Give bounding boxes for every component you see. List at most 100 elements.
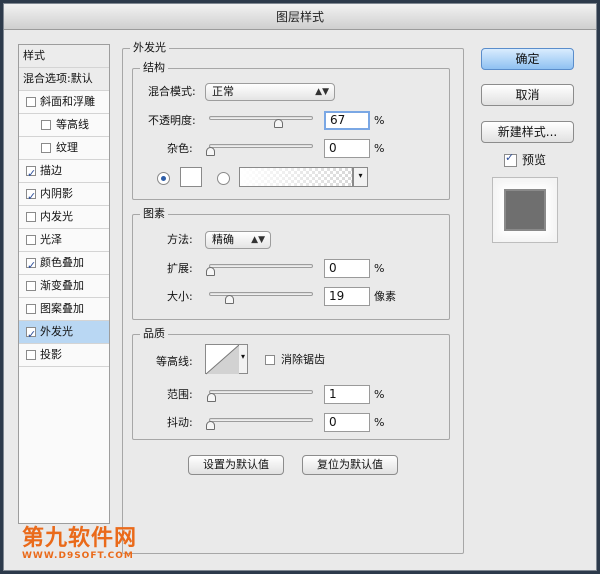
site-watermark: 第九软件网 WWW.D9SOFT.COM [22,527,137,562]
style-list-header[interactable]: 样式 [19,45,109,68]
watermark-url: WWW.D9SOFT.COM [22,551,134,561]
select-arrows-icon: ▲▼ [315,87,329,97]
spread-input[interactable]: 0 [324,259,370,278]
quality-title: 品质 [140,328,168,340]
style-item-label: 光泽 [40,233,62,246]
style-item-contour[interactable]: 等高线 [19,114,109,137]
ok-button[interactable]: 确定 [481,48,574,70]
size-input[interactable]: 19 [324,287,370,306]
style-item-label: 投影 [40,348,62,361]
preview-label: 预览 [522,153,547,167]
contour-label: 等高线: [156,355,193,368]
jitter-label: 抖动: [167,416,193,429]
jitter-input[interactable]: 0 [324,413,370,432]
spread-unit: % [374,262,385,275]
style-item-label: 内阴影 [40,187,73,200]
pattern-overlay-checkbox[interactable] [26,304,36,314]
style-item-texture[interactable]: 纹理 [19,137,109,160]
satin-checkbox[interactable] [26,235,36,245]
style-item-label: 描边 [40,164,62,177]
size-unit: 像素 [374,290,396,303]
noise-input[interactable]: 0 [324,139,370,158]
style-item-inner-shadow[interactable]: 内阴影 [19,183,109,206]
contour-curve-icon [205,344,240,375]
gradient-dropdown-icon[interactable]: ▾ [353,167,368,187]
size-slider[interactable] [209,292,313,304]
antialias-label: 消除锯齿 [281,353,325,366]
color-overlay-checkbox[interactable] [26,255,36,274]
spread-slider-knob[interactable] [206,267,215,276]
range-slider[interactable] [207,390,313,402]
style-preview-thumbnail [492,177,558,243]
gradient-overlay-checkbox[interactable] [26,281,36,291]
blend-mode-select[interactable]: 正常 ▲▼ [205,83,335,101]
opacity-input[interactable]: 67 [324,111,370,130]
style-item-pattern-overlay[interactable]: 图案叠加 [19,298,109,321]
style-item-bevel[interactable]: 斜面和浮雕 [19,91,109,114]
spread-label: 扩展: [167,262,193,275]
contour-checkbox[interactable] [41,120,51,130]
style-item-gradient-overlay[interactable]: 渐变叠加 [19,275,109,298]
opacity-label: 不透明度: [148,114,196,127]
outer-glow-checkbox[interactable] [26,324,36,343]
solid-color-radio[interactable] [157,172,170,185]
size-slider-knob[interactable] [225,295,234,304]
style-item-outer-glow[interactable]: 外发光 [19,321,109,344]
gradient-radio[interactable] [217,172,230,185]
glow-color-swatch[interactable] [180,167,202,187]
cancel-button[interactable]: 取消 [481,84,574,106]
jitter-unit: % [374,416,385,429]
style-item-drop-shadow[interactable]: 投影 [19,344,109,367]
new-style-button[interactable]: 新建样式... [481,121,574,143]
range-label: 范围: [167,388,193,401]
range-slider-knob[interactable] [207,393,216,402]
contour-picker[interactable] [205,344,240,375]
opacity-slider[interactable] [209,116,313,128]
style-item-inner-glow[interactable]: 内发光 [19,206,109,229]
antialias-checkbox[interactable] [265,355,275,365]
reset-default-button[interactable]: 复位为默认值 [302,455,398,475]
drop-shadow-checkbox[interactable] [26,350,36,360]
style-item-label: 图案叠加 [40,302,84,315]
style-item-color-overlay[interactable]: 颜色叠加 [19,252,109,275]
method-label: 方法: [167,233,193,246]
panel-title: 外发光 [130,42,169,54]
select-arrows-icon: ▲▼ [251,235,265,245]
stroke-checkbox[interactable] [26,163,36,182]
preview-square [504,189,546,231]
noise-unit: % [374,142,385,155]
style-item-label: 外发光 [40,325,73,338]
style-item-label: 渐变叠加 [40,279,84,292]
style-item-label: 等高线 [56,118,89,131]
size-label: 大小: [167,290,193,303]
range-unit: % [374,388,385,401]
jitter-slider[interactable] [206,418,313,430]
spread-slider[interactable] [206,264,313,276]
make-default-button[interactable]: 设置为默认值 [188,455,284,475]
noise-slider-knob[interactable] [206,147,215,156]
layer-style-dialog: 图层样式 样式 混合选项:默认 斜面和浮雕 等高线 纹理 描边 内阴影 内发光 [3,3,597,571]
noise-label: 杂色: [167,142,193,155]
contour-dropdown-icon[interactable]: ▾ [239,344,248,374]
range-input[interactable]: 1 [324,385,370,404]
noise-slider[interactable] [206,144,313,156]
gradient-fade [240,168,352,186]
style-item-label: 斜面和浮雕 [40,95,95,108]
blend-mode-label: 混合模式: [148,85,196,98]
style-item-stroke[interactable]: 描边 [19,160,109,183]
window-title: 图层样式 [4,4,596,30]
preview-checkbox[interactable] [504,151,517,167]
blend-options-item[interactable]: 混合选项:默认 [19,68,109,91]
structure-title: 结构 [140,62,168,74]
opacity-unit: % [374,114,385,127]
jitter-slider-knob[interactable] [206,421,215,430]
texture-checkbox[interactable] [41,143,51,153]
glow-gradient-picker[interactable] [239,167,353,187]
inner-glow-checkbox[interactable] [26,212,36,222]
style-list: 样式 混合选项:默认 斜面和浮雕 等高线 纹理 描边 内阴影 内发光 光泽 [18,44,110,524]
technique-select[interactable]: 精确 ▲▼ [205,231,271,249]
opacity-slider-knob[interactable] [274,119,283,128]
inner-shadow-checkbox[interactable] [26,186,36,205]
style-item-satin[interactable]: 光泽 [19,229,109,252]
bevel-checkbox[interactable] [26,97,36,107]
